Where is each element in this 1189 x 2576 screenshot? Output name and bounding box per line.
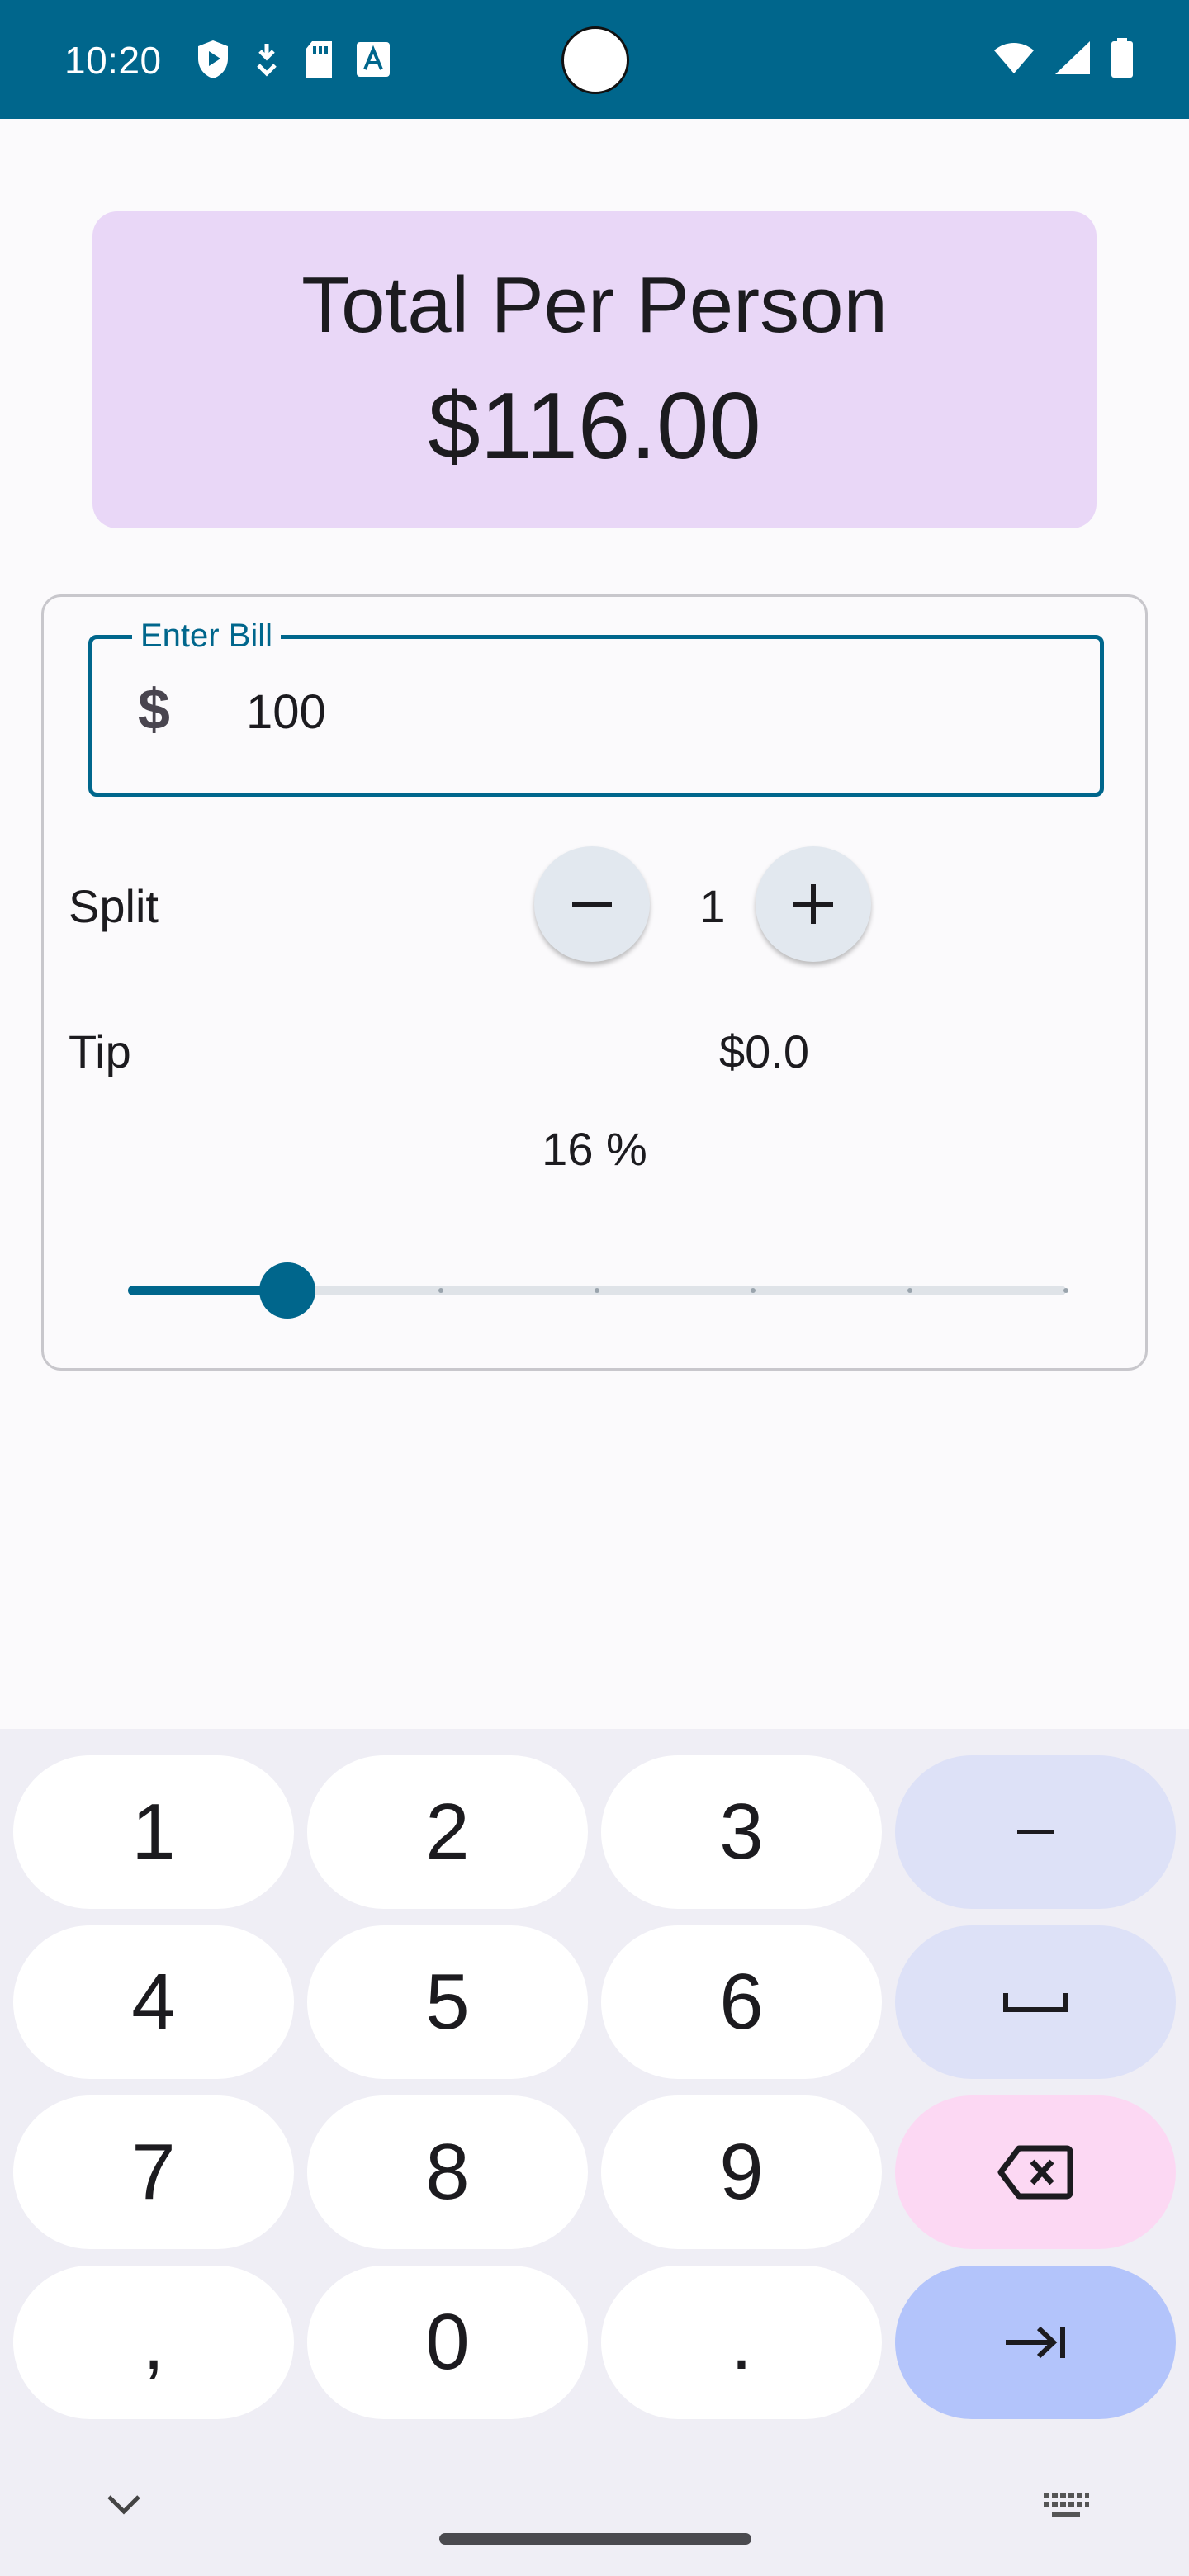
key-4[interactable]: 4 <box>13 1925 294 2079</box>
backspace-icon <box>997 2145 1073 2200</box>
dash-icon <box>1017 1830 1054 1834</box>
split-label: Split <box>69 880 159 932</box>
key-8[interactable]: 8 <box>307 2095 588 2249</box>
total-title: Total Per Person <box>301 261 888 349</box>
key-minus[interactable] <box>895 1755 1176 1909</box>
key-next[interactable] <box>895 2266 1176 2419</box>
status-icons-right <box>992 36 1135 83</box>
bill-input-label: Enter Bill <box>132 613 282 659</box>
key-0[interactable]: 0 <box>307 2266 588 2419</box>
key-period[interactable]: . <box>601 2266 882 2419</box>
bill-input-field[interactable]: Enter Bill $ 100 <box>88 613 1104 797</box>
key-7[interactable]: 7 <box>13 2095 294 2249</box>
chevron-down-icon[interactable] <box>102 2490 145 2522</box>
bill-input-value[interactable]: 100 <box>246 689 326 736</box>
key-5[interactable]: 5 <box>307 1925 588 2079</box>
split-count: 1 <box>699 880 726 932</box>
navigation-handle[interactable] <box>439 2533 751 2545</box>
slider-thumb[interactable] <box>259 1262 316 1319</box>
status-bar: 10:20 <box>0 0 1189 119</box>
font-a-icon <box>357 42 390 77</box>
tip-label: Tip <box>69 1025 131 1077</box>
slider-tick <box>438 1288 443 1293</box>
slider-tick <box>1063 1288 1068 1293</box>
key-backspace[interactable] <box>895 2095 1176 2249</box>
bill-form-card: Enter Bill $ 100 Split 1 Tip $0.0 16 % <box>41 594 1148 1371</box>
status-icons-left <box>195 38 390 81</box>
signal-icon <box>1054 40 1092 80</box>
battery-icon <box>1110 37 1135 82</box>
keyboard-icon[interactable] <box>1042 2492 1090 2527</box>
sd-card-icon <box>302 40 335 79</box>
tab-next-icon <box>1006 2326 1065 2359</box>
download-icon <box>253 40 281 78</box>
camera-cutout <box>561 26 629 94</box>
total-amount: $116.00 <box>428 374 761 479</box>
status-time: 10:20 <box>64 39 162 82</box>
shield-play-icon <box>195 39 231 80</box>
key-2[interactable]: 2 <box>307 1755 588 1909</box>
key-comma[interactable]: , <box>13 2266 294 2419</box>
split-increment-button[interactable] <box>756 846 871 962</box>
wifi-icon <box>992 40 1035 79</box>
plus-icon <box>793 884 833 924</box>
key-3[interactable]: 3 <box>601 1755 882 1909</box>
tip-amount: $0.0 <box>719 1025 809 1077</box>
total-per-person-card: Total Per Person $116.00 <box>92 211 1097 528</box>
minus-icon <box>572 902 612 907</box>
slider-tick <box>907 1288 912 1293</box>
key-9[interactable]: 9 <box>601 2095 882 2249</box>
space-icon <box>1003 1993 1068 2012</box>
tip-percent-label: 16 % <box>542 1123 647 1175</box>
dollar-icon: $ <box>138 677 170 741</box>
key-6[interactable]: 6 <box>601 1925 882 2079</box>
key-space[interactable] <box>895 1925 1176 2079</box>
slider-tick <box>594 1288 599 1293</box>
tip-slider[interactable] <box>128 1262 1068 1319</box>
numeric-keyboard: 1 2 3 4 5 6 7 8 9 , 0 . <box>0 1729 1189 2576</box>
split-decrement-button[interactable] <box>534 846 650 962</box>
key-1[interactable]: 1 <box>13 1755 294 1909</box>
